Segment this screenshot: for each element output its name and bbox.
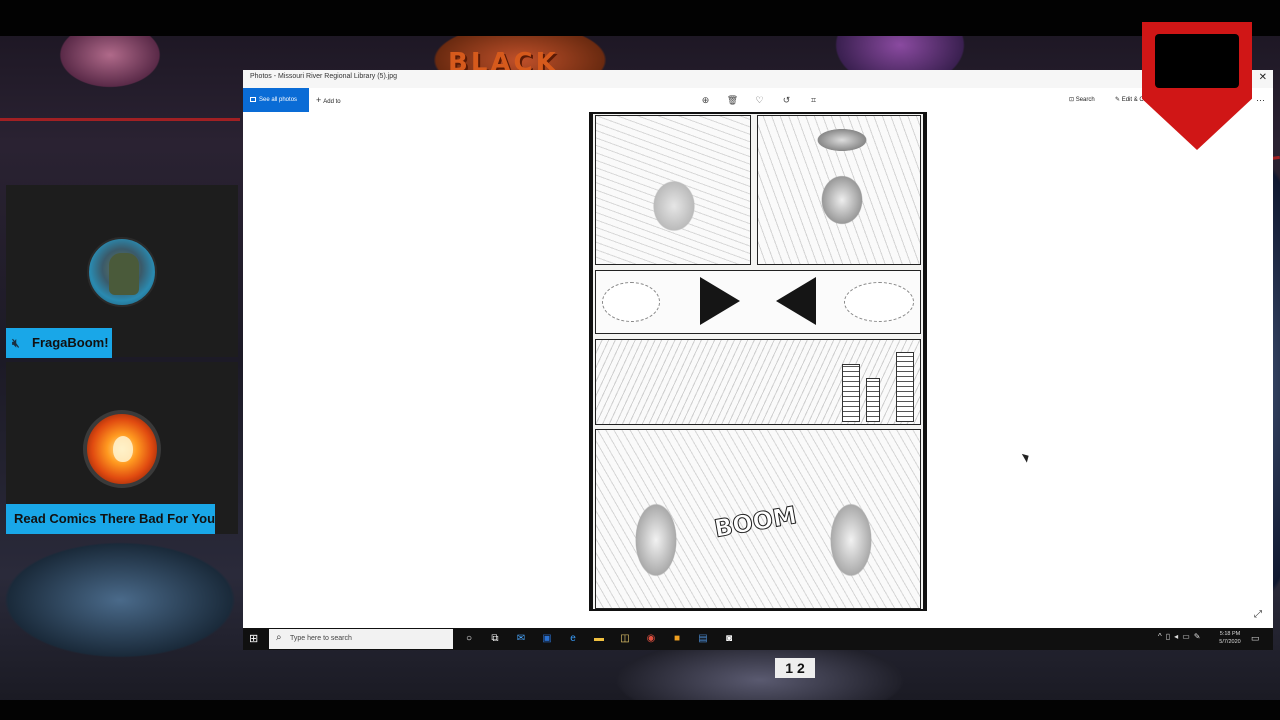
avatar bbox=[87, 237, 157, 307]
search-placeholder: Type here to search bbox=[290, 635, 352, 642]
comic-paper: BOOM bbox=[593, 114, 923, 609]
building bbox=[842, 364, 860, 422]
speech-bubble bbox=[602, 282, 660, 322]
see-all-label: See all photos bbox=[259, 97, 298, 103]
network-icon[interactable]: ▯ bbox=[1166, 632, 1170, 646]
image-actions: ⊕ 🗑︎ ♡ ↺ ⌗ bbox=[698, 93, 821, 107]
search-button[interactable]: ⊡ Search bbox=[1069, 88, 1095, 112]
participant-name-tag: 🔇︎ FragaBoom! bbox=[6, 328, 112, 358]
task-view-icon[interactable]: ⧉ bbox=[487, 631, 503, 647]
comic-panel bbox=[595, 270, 921, 334]
speech-bubble bbox=[844, 282, 914, 322]
participant-name-tag: Read Comics There Bad For You bbox=[6, 504, 215, 534]
search-icon: ⌕ bbox=[276, 632, 282, 643]
background-badge: 1 2 bbox=[775, 658, 815, 678]
add-to-button[interactable]: + Add to bbox=[316, 88, 341, 112]
top-letterbox bbox=[0, 0, 1280, 36]
volume-icon[interactable]: ◂ bbox=[1174, 632, 1178, 646]
comic-panel: BOOM bbox=[595, 429, 921, 609]
windows-icon[interactable]: ⊞ bbox=[249, 632, 263, 646]
title-bar: Photos - Missouri River Regional Library… bbox=[243, 70, 1273, 88]
eye-shape bbox=[700, 277, 740, 325]
edit-icon: ✎ bbox=[1115, 97, 1122, 103]
system-clock[interactable]: 5:18 PM 5/7/2020 bbox=[1215, 630, 1245, 646]
avatar bbox=[83, 410, 161, 488]
bottom-letterbox bbox=[0, 700, 1280, 720]
taskbar-search-input[interactable]: ⌕ Type here to search bbox=[269, 629, 453, 649]
background-laser bbox=[0, 118, 240, 121]
battery-icon[interactable]: ▭ bbox=[1182, 632, 1190, 646]
cortana-icon[interactable]: ○ bbox=[461, 631, 477, 647]
plus-icon: + bbox=[316, 95, 322, 105]
taskbar: ⊞ ⌕ Type here to search ○ ⧉ ✉ ▣ e ▬ ◫ ◉ … bbox=[243, 628, 1273, 650]
clock-date: 5/7/2020 bbox=[1219, 639, 1241, 645]
mic-muted-icon: 🔇︎ bbox=[12, 336, 20, 350]
expand-icon[interactable]: ⤢ bbox=[1254, 609, 1262, 620]
pen-icon[interactable]: ✎ bbox=[1194, 632, 1201, 646]
rotate-icon[interactable]: ↺ bbox=[779, 93, 794, 107]
photos-icon bbox=[250, 96, 256, 102]
store-icon[interactable]: ▣ bbox=[539, 631, 555, 647]
photos-icon[interactable]: ▤ bbox=[695, 631, 711, 647]
clock-time: 5:18 PM bbox=[1219, 631, 1241, 637]
store-bag-icon[interactable]: ◫ bbox=[617, 631, 633, 647]
comic-panel bbox=[595, 339, 921, 425]
zoom-icon[interactable]: ⊕ bbox=[698, 93, 713, 107]
comic-page-image: BOOM bbox=[589, 112, 927, 611]
heart-icon[interactable]: ♡ bbox=[752, 93, 767, 107]
search-label: Search bbox=[1075, 97, 1095, 103]
edge-icon[interactable]: e bbox=[565, 631, 581, 647]
participant-name: FragaBoom! bbox=[32, 335, 109, 350]
eye-shape bbox=[776, 277, 816, 325]
search-icon: ⊡ bbox=[1069, 97, 1076, 103]
webcam-panel-read-comics: Read Comics There Bad For You bbox=[6, 362, 238, 534]
crop-icon[interactable]: ⌗ bbox=[806, 93, 821, 107]
boom-sound-effect: BOOM bbox=[712, 501, 800, 544]
see-all-photos-button[interactable]: See all photos bbox=[243, 88, 309, 112]
app-icon[interactable]: ■ bbox=[669, 631, 685, 647]
comic-panel bbox=[595, 115, 751, 265]
add-to-label: Add to bbox=[323, 99, 341, 105]
building bbox=[896, 352, 914, 422]
notification-icon[interactable]: ▭ bbox=[1251, 633, 1260, 644]
window-title: Photos - Missouri River Regional Library… bbox=[250, 73, 398, 80]
delete-icon[interactable]: 🗑︎ bbox=[725, 93, 740, 107]
photos-app-window: Photos - Missouri River Regional Library… bbox=[243, 70, 1273, 630]
more-icon[interactable]: ⋯ bbox=[1256, 88, 1265, 112]
pinned-apps: ○ ⧉ ✉ ▣ e ▬ ◫ ◉ ■ ▤ ◙ bbox=[461, 631, 737, 647]
building bbox=[866, 378, 880, 422]
chevron-up-icon[interactable]: ^ bbox=[1158, 632, 1162, 646]
mail-icon[interactable]: ✉ bbox=[513, 631, 529, 647]
system-tray: ^ ▯ ◂ ▭ ✎ bbox=[1158, 632, 1200, 646]
folder-icon[interactable]: ▬ bbox=[591, 631, 607, 647]
photos-toolbar: See all photos + Add to ⊕ 🗑︎ ♡ ↺ ⌗ ⊡ Sear… bbox=[243, 88, 1273, 112]
webcam-panel-fragaboom: 🔇︎ FragaBoom! bbox=[6, 185, 238, 358]
chrome-icon[interactable]: ◉ bbox=[643, 631, 659, 647]
comic-panel bbox=[757, 115, 921, 265]
camera-icon[interactable]: ◙ bbox=[721, 631, 737, 647]
close-button[interactable]: ✕ bbox=[1259, 72, 1267, 83]
shield-logo-inner bbox=[1155, 34, 1239, 88]
